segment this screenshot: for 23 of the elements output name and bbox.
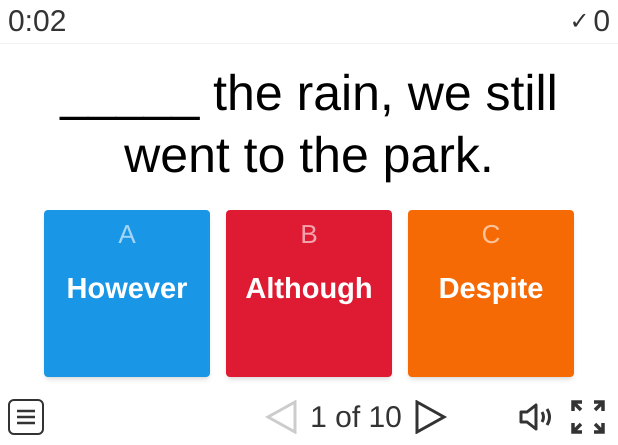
sound-button[interactable] — [518, 403, 554, 431]
score-count: 0 — [593, 4, 610, 40]
next-button[interactable] — [414, 400, 448, 434]
menu-button[interactable] — [8, 399, 44, 435]
answer-card[interactable]: A However — [44, 210, 210, 377]
menu-icon — [16, 409, 36, 425]
answer-card[interactable]: C Despite — [408, 210, 574, 377]
option-label: Despite — [438, 272, 544, 307]
page-indicator: 1 of 10 — [310, 400, 402, 436]
option-label: However — [66, 272, 188, 307]
timer: 0:02 — [8, 4, 66, 40]
option-label: Although — [245, 272, 373, 307]
question-text: _____ the rain, we still went to the park. — [58, 64, 559, 185]
option-letter: C — [482, 218, 500, 251]
check-mark: ✓ — [569, 6, 590, 36]
fullscreen-button[interactable] — [570, 399, 606, 435]
next-icon — [414, 400, 448, 434]
option-letter: B — [300, 218, 318, 251]
option-letter: A — [118, 218, 136, 251]
previous-icon — [264, 400, 298, 434]
fullscreen-icon — [570, 399, 606, 435]
speaker-icon — [518, 403, 554, 431]
answer-card[interactable]: B Although — [226, 210, 392, 377]
